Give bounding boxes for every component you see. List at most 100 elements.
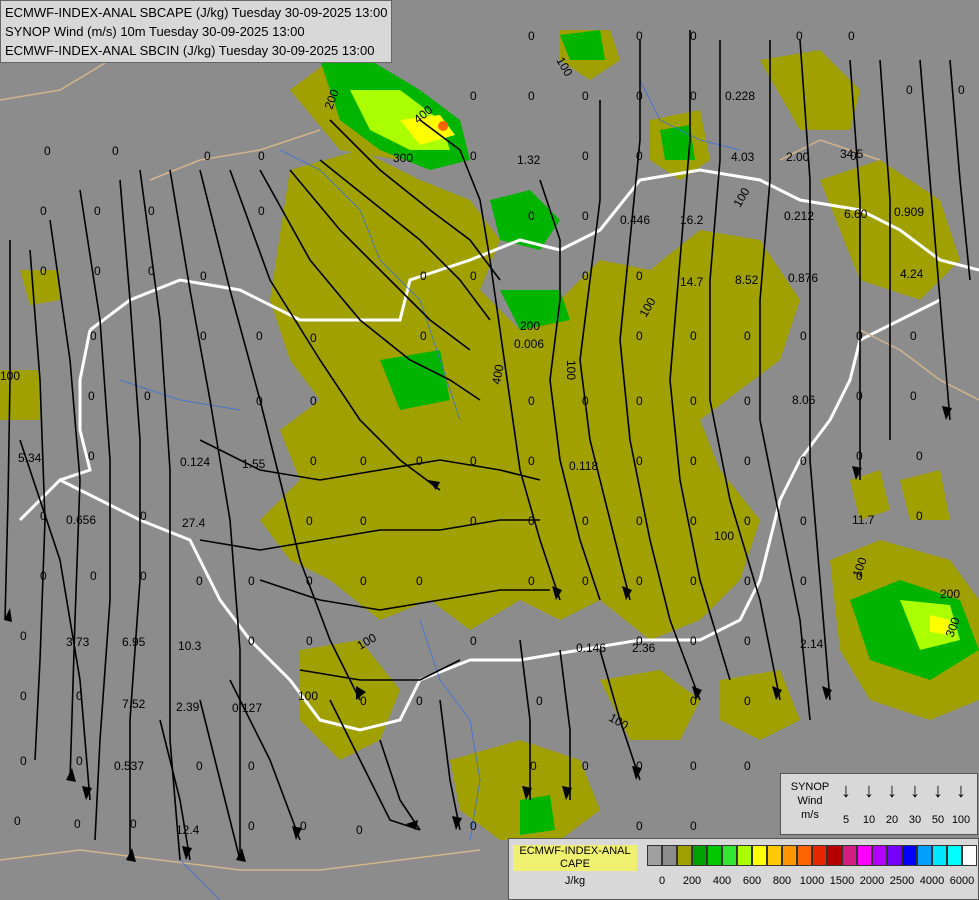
cape-legend-title: ECMWF-INDEX-ANAL CAPE J/kg xyxy=(513,845,637,888)
wind-legend-title-3: m/s xyxy=(801,809,819,821)
cape-color-swatch xyxy=(947,845,962,866)
cape-color-swatch xyxy=(872,845,887,866)
svg-text:0: 0 xyxy=(582,514,589,528)
cape-legend-value: 4000 xyxy=(919,875,945,887)
svg-text:0: 0 xyxy=(40,509,47,523)
svg-text:0: 0 xyxy=(906,83,913,97)
cape-legend-swatches xyxy=(647,845,977,866)
svg-text:0: 0 xyxy=(690,29,697,43)
cape-color-swatch xyxy=(647,845,662,866)
svg-text:0: 0 xyxy=(636,514,643,528)
svg-text:0: 0 xyxy=(140,569,147,583)
svg-text:0: 0 xyxy=(74,817,81,831)
wind-legend-value: 100 xyxy=(951,814,971,826)
wind-arrow-icon: ↓ xyxy=(841,780,851,802)
cape-color-swatch xyxy=(767,845,782,866)
svg-text:0: 0 xyxy=(636,819,643,833)
svg-text:0: 0 xyxy=(856,389,863,403)
svg-text:0: 0 xyxy=(258,149,265,163)
svg-text:0: 0 xyxy=(958,83,965,97)
cape-color-swatch xyxy=(782,845,797,866)
svg-text:0: 0 xyxy=(528,574,535,588)
svg-text:0: 0 xyxy=(690,89,697,103)
wind-legend-value: 30 xyxy=(908,814,922,826)
wind-legend-item: ↓ 30 xyxy=(904,780,926,826)
svg-text:0: 0 xyxy=(744,759,751,773)
svg-text:0: 0 xyxy=(690,759,697,773)
svg-text:0: 0 xyxy=(204,149,211,163)
wind-legend: SYNOP Wind m/s ↓ 5 ↓ 10 ↓ 20 ↓ 30 ↓ 50 ↓ 100 xyxy=(780,773,978,835)
svg-text:0: 0 xyxy=(248,574,255,588)
svg-text:0: 0 xyxy=(94,204,101,218)
header-line-cape: ECMWF-INDEX-ANAL SBCAPE (J/kg) Tuesday 3… xyxy=(5,5,388,20)
cape-color-swatch xyxy=(917,845,932,866)
svg-text:0: 0 xyxy=(140,509,147,523)
svg-text:0: 0 xyxy=(310,394,317,408)
cape-color-swatch xyxy=(842,845,857,866)
svg-text:0: 0 xyxy=(44,144,51,158)
cape-legend-labels: 0 200 400 600 800 1000 1500 2000 2500 4000 6000 xyxy=(647,875,977,889)
svg-text:0: 0 xyxy=(528,454,535,468)
svg-text:0: 0 xyxy=(800,454,807,468)
svg-text:0: 0 xyxy=(306,574,313,588)
svg-text:0: 0 xyxy=(88,449,95,463)
svg-text:0: 0 xyxy=(258,204,265,218)
svg-text:0: 0 xyxy=(690,574,697,588)
svg-text:0: 0 xyxy=(356,823,363,837)
svg-text:0: 0 xyxy=(636,759,643,773)
cape-legend-value: 2000 xyxy=(859,875,885,887)
svg-text:0: 0 xyxy=(800,514,807,528)
svg-text:0: 0 xyxy=(88,389,95,403)
cape-color-swatch xyxy=(737,845,752,866)
svg-text:0: 0 xyxy=(636,394,643,408)
svg-text:0: 0 xyxy=(796,29,803,43)
svg-text:0: 0 xyxy=(744,394,751,408)
svg-text:0: 0 xyxy=(470,454,477,468)
cape-legend-value: 1500 xyxy=(829,875,855,887)
cape-color-swatch xyxy=(677,845,692,866)
svg-text:0: 0 xyxy=(690,394,697,408)
svg-text:0: 0 xyxy=(636,29,643,43)
svg-text:0: 0 xyxy=(306,514,313,528)
svg-text:0: 0 xyxy=(256,329,263,343)
svg-text:0: 0 xyxy=(248,759,255,773)
svg-text:0: 0 xyxy=(470,149,477,163)
cape-legend-value: 600 xyxy=(742,875,762,887)
svg-text:0: 0 xyxy=(856,569,863,583)
cape-legend-value: 6000 xyxy=(949,875,975,887)
svg-text:0: 0 xyxy=(744,454,751,468)
svg-text:0: 0 xyxy=(200,269,207,283)
svg-text:0: 0 xyxy=(690,634,697,648)
svg-text:0: 0 xyxy=(360,694,367,708)
wind-arrow-icon: ↓ xyxy=(910,780,920,802)
svg-text:0: 0 xyxy=(40,264,47,278)
cape-legend-title-3: J/kg xyxy=(564,875,586,887)
svg-text:0: 0 xyxy=(582,394,589,408)
svg-text:0: 0 xyxy=(200,329,207,343)
cape-color-swatch xyxy=(722,845,737,866)
cape-color-swatch xyxy=(812,845,827,866)
svg-text:0: 0 xyxy=(848,29,855,43)
svg-text:0: 0 xyxy=(470,514,477,528)
svg-text:0: 0 xyxy=(800,574,807,588)
cape-legend-value: 1000 xyxy=(799,875,825,887)
wind-legend-value: 20 xyxy=(885,814,899,826)
svg-text:0: 0 xyxy=(856,449,863,463)
cape-color-swatch xyxy=(902,845,917,866)
svg-text:0: 0 xyxy=(528,209,535,223)
svg-text:0: 0 xyxy=(196,759,203,773)
svg-text:0: 0 xyxy=(636,454,643,468)
svg-text:0: 0 xyxy=(910,389,917,403)
svg-text:0: 0 xyxy=(910,329,917,343)
cape-color-swatch xyxy=(857,845,872,866)
svg-text:0: 0 xyxy=(582,759,589,773)
svg-text:0: 0 xyxy=(528,394,535,408)
wind-legend-item: ↓ 50 xyxy=(927,780,949,826)
map-header: ECMWF-INDEX-ANAL SBCAPE (J/kg) Tuesday 3… xyxy=(0,0,393,63)
wind-legend-title: SYNOP Wind m/s xyxy=(785,780,835,822)
wind-arrow-icon: ↓ xyxy=(933,780,943,802)
svg-text:0: 0 xyxy=(582,89,589,103)
svg-text:0: 0 xyxy=(248,819,255,833)
svg-text:0: 0 xyxy=(470,819,477,833)
cape-color-swatch xyxy=(887,845,902,866)
